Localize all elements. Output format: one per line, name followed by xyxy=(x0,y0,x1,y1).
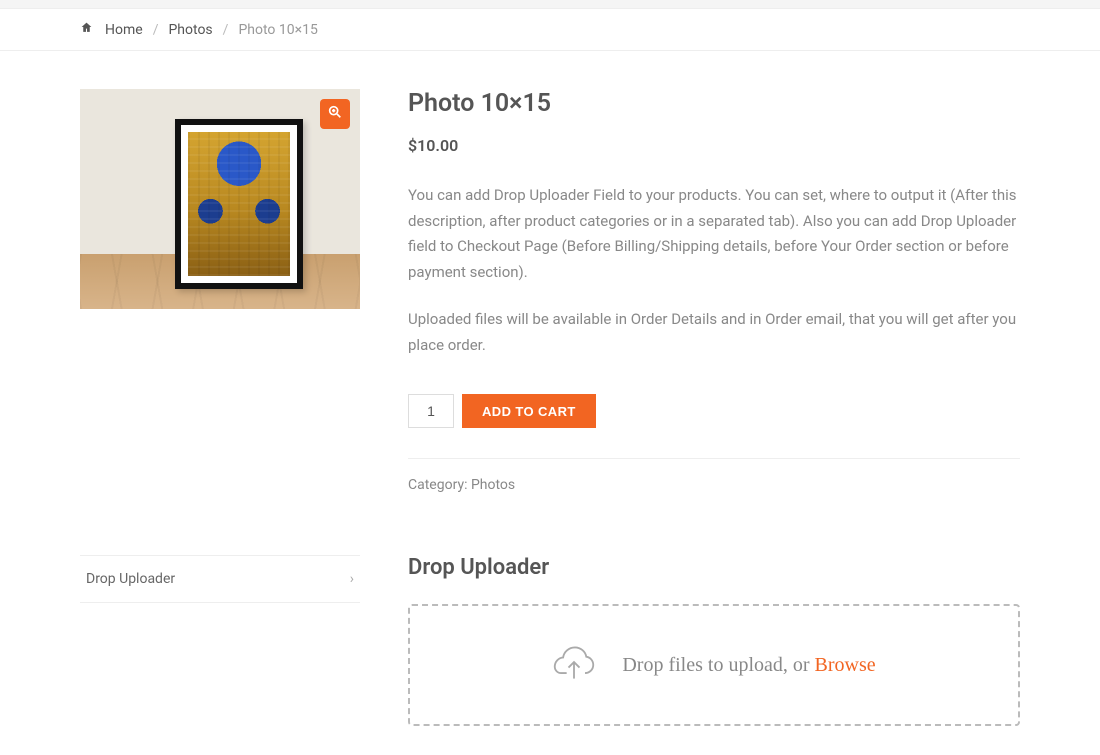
breadcrumb-current: Photo 10×15 xyxy=(238,22,317,38)
topbar xyxy=(0,0,1100,9)
product-image[interactable] xyxy=(80,89,360,309)
breadcrumb: Home / Photos / Photo 10×15 xyxy=(80,21,1020,38)
breadcrumb-separator: / xyxy=(223,22,229,38)
file-dropzone[interactable]: Drop files to upload, or Browse xyxy=(408,604,1020,726)
product-meta: Category: Photos xyxy=(408,458,1020,493)
product-title: Photo 10×15 xyxy=(408,89,1020,118)
zoom-button[interactable] xyxy=(320,99,350,129)
home-icon xyxy=(80,21,93,38)
product-description-1: You can add Drop Uploader Field to your … xyxy=(408,183,1020,285)
add-to-cart-button[interactable]: ADD TO CART xyxy=(462,394,596,428)
breadcrumb-photos[interactable]: Photos xyxy=(168,22,212,38)
tab-label: Drop Uploader xyxy=(86,571,175,587)
category-link[interactable]: Photos xyxy=(471,477,515,493)
category-label: Category: xyxy=(408,477,471,493)
browse-link[interactable]: Browse xyxy=(815,654,876,676)
breadcrumb-home[interactable]: Home xyxy=(105,22,143,38)
product-price: $10.00 xyxy=(408,136,1020,155)
tab-content-title: Drop Uploader xyxy=(408,555,1020,580)
tab-drop-uploader[interactable]: Drop Uploader › xyxy=(80,555,360,603)
cloud-upload-icon xyxy=(552,644,596,686)
chevron-right-icon: › xyxy=(350,571,354,587)
breadcrumb-bar: Home / Photos / Photo 10×15 xyxy=(0,9,1100,51)
dropzone-text: Drop files to upload, or Browse xyxy=(622,654,875,677)
quantity-input[interactable] xyxy=(408,394,454,428)
product-description-2: Uploaded files will be available in Orde… xyxy=(408,307,1020,358)
zoom-icon xyxy=(327,104,343,124)
breadcrumb-separator: / xyxy=(153,22,159,38)
